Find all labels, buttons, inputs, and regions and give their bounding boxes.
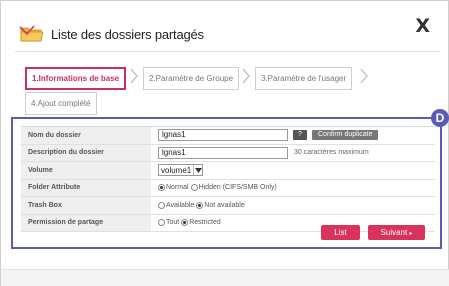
folder-attribute-label: Folder Attribute: [21, 179, 151, 196]
folder-name-input[interactable]: lgnas1: [158, 129, 288, 142]
radio-button-icon[interactable]: [158, 219, 165, 227]
row-folder-name: Nom du dossier lgnas1 ? Confirm duplicat…: [21, 127, 435, 145]
radio-not-available[interactable]: Not available: [196, 201, 245, 209]
radio-button-icon[interactable]: [158, 184, 165, 192]
row-volume: Volume volume1: [21, 162, 435, 180]
dialog-title: Liste des dossiers partagés: [51, 26, 204, 42]
volume-select[interactable]: volume1: [158, 164, 204, 177]
volume-label: Volume: [21, 162, 151, 179]
next-button[interactable]: Suivant ▸: [368, 225, 425, 240]
chevron-down-icon[interactable]: [193, 165, 202, 176]
step-complete[interactable]: 4.Ajout complété: [25, 92, 97, 115]
step-user-settings[interactable]: 3.Paramètre de l'usager: [255, 67, 353, 90]
radio-restricted[interactable]: Restricted: [181, 219, 221, 227]
row-folder-attribute: Folder Attribute Normal Hidden (CIFS/SMB…: [21, 179, 435, 197]
dialog-header: Liste des dossiers partagés: [19, 19, 204, 49]
form-table: Nom du dossier lgnas1 ? Confirm duplicat…: [21, 126, 435, 232]
radio-all[interactable]: Tout: [158, 219, 179, 227]
description-input[interactable]: lgnas1: [158, 146, 288, 159]
annotation-badge: D: [431, 109, 449, 127]
bottom-bar: [1, 269, 449, 286]
volume-selected-value: volume1: [161, 165, 192, 175]
confirm-duplicate-button[interactable]: Confirm duplicate: [312, 130, 379, 141]
chevron-right-icon: [129, 67, 139, 85]
description-label: Description du dossier: [21, 144, 151, 161]
help-button[interactable]: ?: [293, 130, 307, 141]
close-icon[interactable]: X: [415, 15, 430, 37]
list-button[interactable]: List: [321, 225, 360, 240]
folder-name-label: Nom du dossier: [21, 127, 151, 144]
shared-folder-dialog: Liste des dossiers partagés X 1.Informat…: [0, 0, 449, 286]
step-group-settings[interactable]: 2.Paramètre de Groupe: [143, 67, 240, 90]
row-trash-box: Trash Box Available Not available: [21, 197, 435, 215]
radio-available[interactable]: Available: [158, 201, 194, 209]
chevron-right-icon: [241, 67, 251, 85]
radio-hidden[interactable]: Hidden (CIFS/SMB Only): [190, 184, 277, 192]
trash-box-label: Trash Box: [21, 197, 151, 214]
radio-button-icon[interactable]: [158, 201, 165, 209]
chevron-right-icon: ▸: [409, 231, 413, 237]
folder-share-icon: [19, 24, 45, 44]
chevron-right-icon: [359, 67, 369, 85]
header-divider: [15, 51, 440, 52]
permission-label: Permission de partage: [21, 214, 151, 231]
radio-button-icon[interactable]: [196, 201, 204, 209]
radio-button-icon[interactable]: [181, 219, 189, 227]
description-hint: 30 caractères maximum: [294, 149, 369, 157]
step-basic-info[interactable]: 1.Informations de base: [25, 67, 127, 90]
radio-normal[interactable]: Normal: [158, 184, 189, 192]
row-description: Description du dossier lgnas1 30 caractè…: [21, 144, 435, 162]
radio-button-icon[interactable]: [190, 184, 198, 192]
